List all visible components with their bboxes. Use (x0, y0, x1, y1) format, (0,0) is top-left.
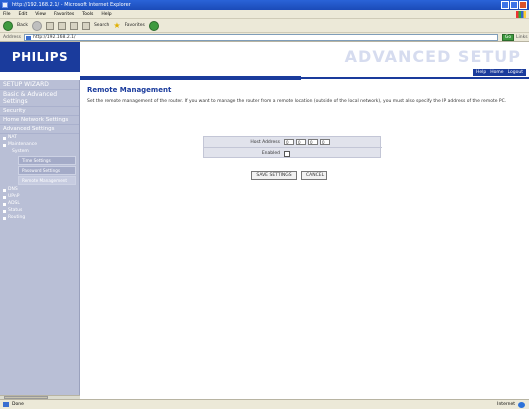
cancel-button[interactable]: CANCEL (301, 171, 327, 180)
advanced-setup-title: ADVANCED SETUP (344, 47, 521, 66)
enabled-checkbox[interactable] (284, 150, 290, 157)
router-header: PHILIPS ADVANCED SETUP Help Home Logout (0, 42, 529, 80)
zone-text: Internet (497, 402, 515, 407)
browser-toolbar: Back Search ★ Favorites (0, 19, 529, 33)
search-icon[interactable] (81, 21, 90, 30)
maximize-button[interactable] (510, 1, 518, 9)
sidebar-item-password-settings[interactable]: Password Settings (18, 166, 76, 175)
sidebar-item-maintenance[interactable]: Maintenance (0, 141, 79, 148)
forward-arrow-icon[interactable] (31, 20, 42, 31)
window-title: http://192.168.2.1/ - Microsoft Internet… (12, 2, 131, 8)
window-controls (501, 1, 527, 9)
sidebar-item-home-network[interactable]: Home Network Settings (0, 116, 79, 125)
address-value: http://192.168.2.1/ (33, 35, 76, 40)
ip-octet-3-input[interactable]: 0 (308, 139, 318, 145)
sidebar-item-time-settings[interactable]: Time Settings (18, 156, 76, 165)
search-label[interactable]: Search (94, 23, 109, 28)
favorites-star-icon[interactable]: ★ (113, 21, 120, 30)
links-label[interactable]: Links (516, 35, 528, 40)
sidebar-item-setup-wizard[interactable]: SETUP WIZARD (0, 80, 79, 90)
sidebar-item-remote-management[interactable]: Remote Management (18, 176, 76, 185)
close-button[interactable] (519, 1, 527, 9)
sidebar-item-security[interactable]: Security (0, 107, 79, 116)
menu-tools[interactable]: Tools (82, 12, 93, 17)
header-divider (80, 76, 301, 80)
host-address-label: Host Address (250, 139, 280, 145)
ip-octet-2-input[interactable]: 0 (296, 139, 306, 145)
header-links: Help Home Logout (473, 69, 526, 76)
status-text: Done (12, 402, 24, 407)
ip-octet-4-input[interactable]: 0 (320, 139, 330, 145)
sidebar-item-status[interactable]: Status (0, 207, 79, 214)
menubar: File Edit View Favorites Tools Help (0, 10, 529, 19)
stop-icon[interactable] (45, 21, 54, 30)
sidebar-item-advanced-settings[interactable]: Advanced Settings (0, 125, 79, 134)
form-buttons: SAVE SETTINGS CANCEL (251, 171, 327, 180)
menu-help[interactable]: Help (101, 12, 111, 17)
page-icon (26, 36, 31, 40)
media-icon[interactable] (148, 20, 159, 31)
sidebar-item-dns[interactable]: DNS (0, 186, 79, 193)
go-button[interactable]: Go (502, 34, 514, 41)
philips-logo: PHILIPS (0, 42, 80, 72)
minimize-button[interactable] (501, 1, 509, 9)
sidebar-item-nat[interactable]: NAT (0, 134, 79, 141)
remote-management-form: Host Address 0 0 0 0 Enabled (203, 136, 382, 159)
logout-link[interactable]: Logout (508, 69, 523, 76)
main-content: Remote Management Set the remote managem… (87, 86, 523, 180)
internet-zone-icon (518, 402, 525, 408)
refresh-icon[interactable] (57, 21, 66, 30)
done-page-icon (3, 402, 9, 407)
home-icon[interactable] (69, 21, 78, 30)
enabled-row: Enabled (204, 148, 382, 159)
host-address-row: Host Address 0 0 0 0 (204, 137, 382, 148)
address-bar: Address http://192.168.2.1/ Go Links (0, 33, 529, 42)
menu-file[interactable]: File (3, 12, 11, 17)
menu-view[interactable]: View (35, 12, 46, 17)
logo-spacer (0, 72, 80, 80)
sidebar-item-system[interactable]: System (0, 148, 79, 155)
sidebar-item-adsl[interactable]: ADSL (0, 200, 79, 207)
ie-icon (2, 2, 8, 8)
menu-favorites[interactable]: Favorites (54, 12, 74, 17)
menu-edit[interactable]: Edit (19, 12, 28, 17)
window-titlebar: http://192.168.2.1/ - Microsoft Internet… (0, 0, 529, 10)
address-input[interactable]: http://192.168.2.1/ (24, 34, 498, 41)
favorites-label[interactable]: Favorites (125, 23, 145, 28)
page-description: Set the remote management of the router.… (87, 99, 507, 104)
address-label: Address (3, 35, 21, 40)
windows-logo-icon (516, 11, 526, 18)
sidebar-item-basic-advanced[interactable]: Basic & Advanced Settings (0, 90, 79, 107)
ip-octet-1-input[interactable]: 0 (284, 139, 294, 145)
help-link[interactable]: Help (476, 69, 486, 76)
save-settings-button[interactable]: SAVE SETTINGS (251, 171, 297, 180)
back-label[interactable]: Back (17, 23, 28, 28)
header-divider-thin (301, 77, 529, 79)
sidebar-nav: SETUP WIZARD Basic & Advanced Settings S… (0, 80, 80, 395)
back-arrow-icon[interactable] (3, 20, 13, 31)
sidebar-item-routing[interactable]: Routing (0, 214, 79, 221)
sidebar-item-upnp[interactable]: UPnP (0, 193, 79, 200)
status-bar: Done Internet (0, 399, 529, 409)
enabled-label: Enabled (261, 151, 280, 156)
page-title: Remote Management (87, 86, 172, 94)
home-link[interactable]: Home (490, 69, 503, 76)
